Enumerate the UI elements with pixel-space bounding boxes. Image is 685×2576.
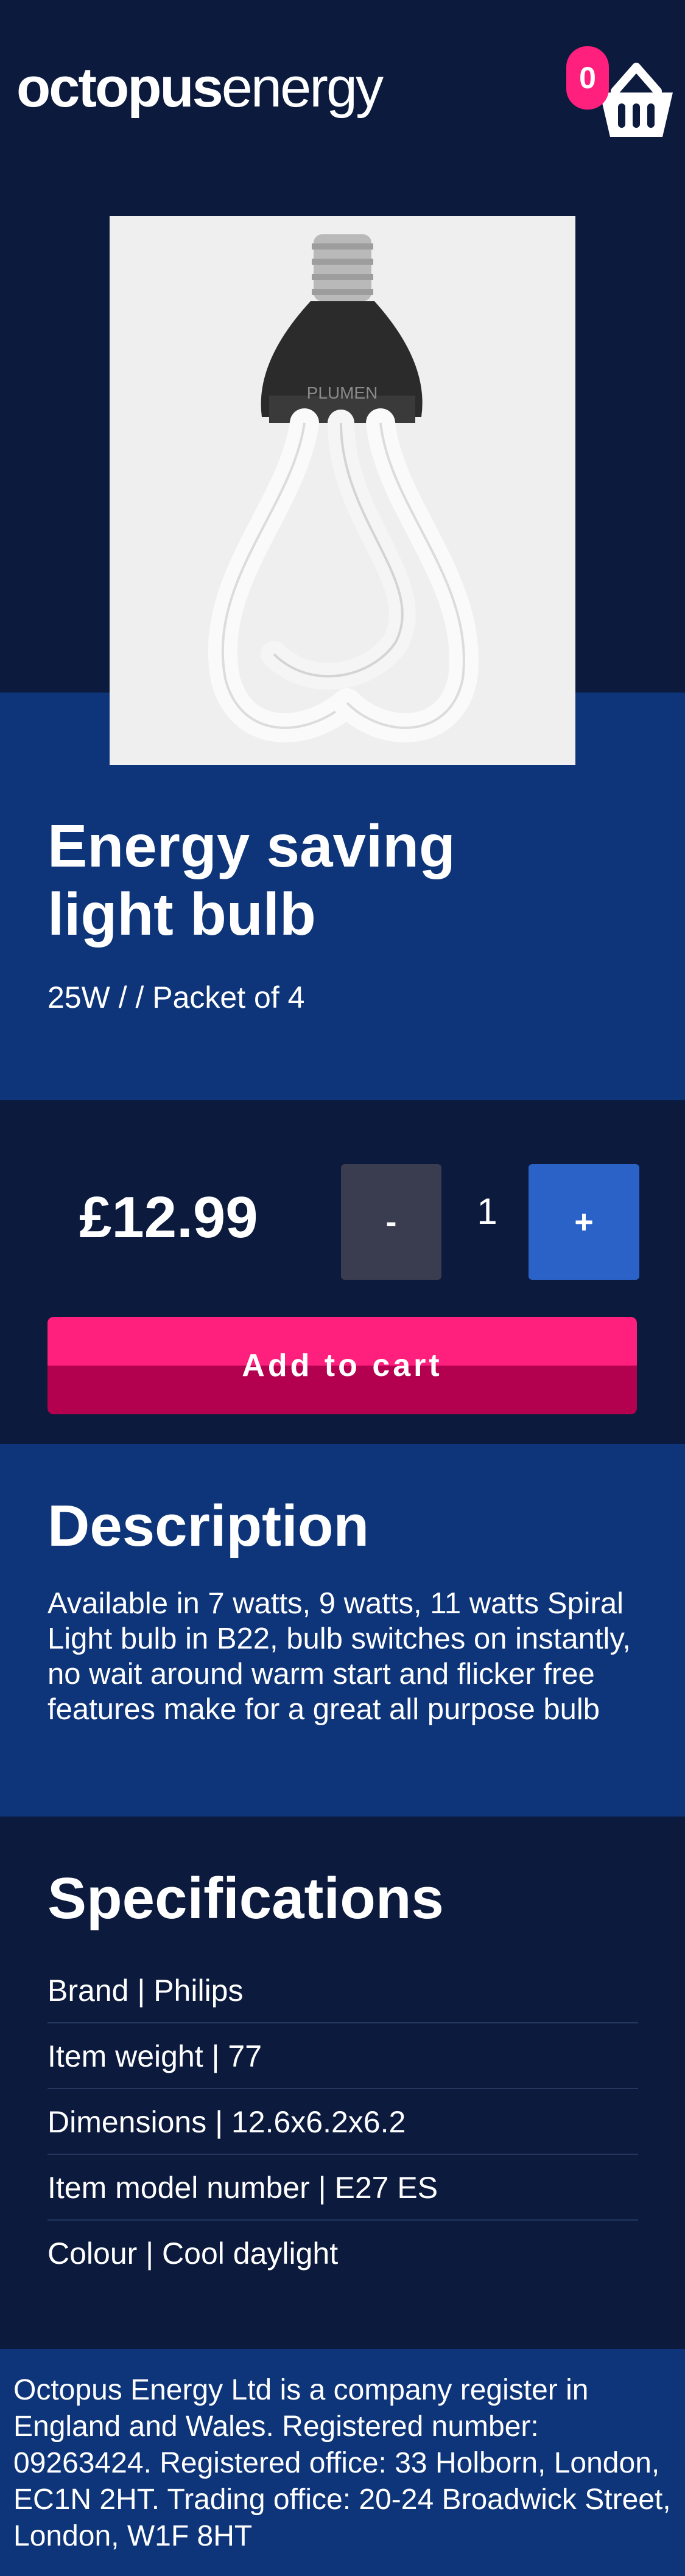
description-heading: Description	[47, 1493, 370, 1559]
specifications-section: Specifications Brand | Philips Item weig…	[0, 1817, 685, 2349]
specifications-list: Brand | Philips Item weight | 77 Dimensi…	[47, 1958, 638, 2286]
description-text: Available in 7 watts, 9 watts, 11 watts …	[47, 1587, 631, 1726]
footer-company-info: Octopus Energy Ltd is a company register…	[13, 2374, 671, 2552]
add-to-cart-label: Add to cart	[242, 1348, 443, 1383]
product-price: £12.99	[79, 1185, 258, 1250]
spec-item-colour: Colour | Cool daylight	[47, 2236, 339, 2271]
quantity-decrease-button[interactable]: -	[341, 1164, 441, 1280]
specifications-heading: Specifications	[47, 1866, 444, 1931]
svg-text:PLUMEN: PLUMEN	[307, 383, 378, 402]
product-variant: 25W / / Packet of 4	[47, 980, 305, 1014]
spec-item-brand: Brand | Philips	[47, 1958, 638, 2023]
add-to-cart-button[interactable]: Add to cart	[47, 1317, 637, 1414]
light-bulb-image: PLUMEN	[110, 216, 575, 765]
product-title: Energy saving light bulb	[47, 812, 455, 948]
spec-item-model-number: Item model number | E27 ES	[47, 2155, 638, 2221]
description-section: Description Available in 7 watts, 9 watt…	[0, 1444, 685, 1817]
octopus-energy-logo[interactable]: octopusenergy	[16, 57, 384, 119]
spec-item-dimensions: Dimensions | 12.6x6.2x6.2	[47, 2089, 638, 2155]
spec-item-weight: Item weight | 77	[47, 2023, 638, 2089]
cart-count-badge: 0	[566, 46, 609, 110]
site-footer: Octopus Energy Ltd is a company register…	[0, 2349, 685, 2576]
cart-button[interactable]: 0	[566, 43, 676, 146]
logo-octopus: octopus	[16, 57, 223, 119]
purchase-section: £12.99 - 1 + Add to cart	[0, 1100, 685, 1444]
logo-energy: energy	[221, 57, 384, 119]
quantity-increase-button[interactable]: +	[529, 1164, 639, 1280]
quantity-value: 1	[477, 1191, 497, 1232]
